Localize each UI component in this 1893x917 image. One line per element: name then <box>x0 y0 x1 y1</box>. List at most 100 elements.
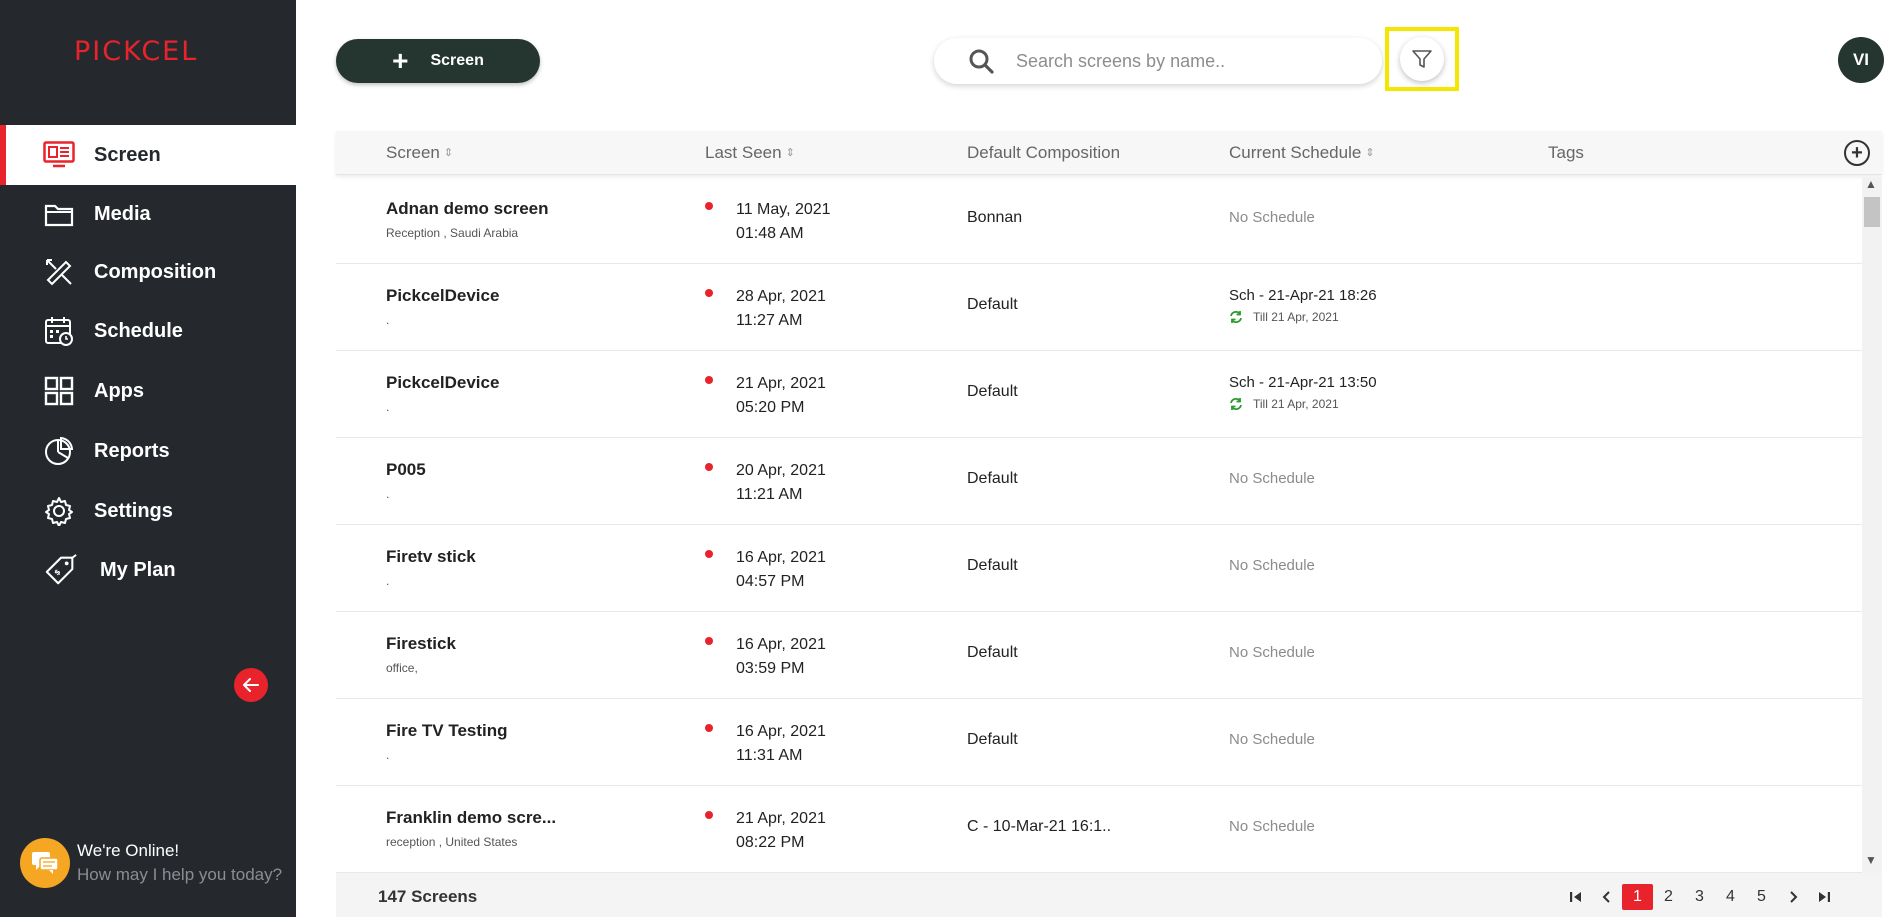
screen-name[interactable]: P005 <box>386 460 426 480</box>
column-header-current-schedule[interactable]: Current Schedule ⇕ <box>1229 143 1375 163</box>
last-seen-date: 11 May, 2021 <box>736 201 831 218</box>
search-box[interactable] <box>934 38 1382 84</box>
table-scrollbar[interactable]: ▲ ▼ <box>1862 177 1882 873</box>
plus-icon: + <box>392 45 409 76</box>
sidebar-item-composition[interactable]: Composition <box>0 242 296 302</box>
column-header-last-seen[interactable]: Last Seen ⇕ <box>705 143 795 163</box>
add-screen-button[interactable]: + Screen <box>336 39 540 83</box>
sidebar-item-schedule[interactable]: Schedule <box>0 301 296 361</box>
table-row[interactable]: Franklin demo scre... reception , United … <box>336 786 1862 873</box>
default-composition: Default <box>967 470 1018 487</box>
current-schedule: No Schedule <box>1229 731 1315 748</box>
sidebar-item-label: Reports <box>94 439 170 462</box>
table-header: Screen ⇕ Last Seen ⇕ Default Composition C… <box>336 131 1882 175</box>
default-composition: Default <box>967 644 1018 661</box>
schedule-until: Till 21 Apr, 2021 <box>1253 310 1339 324</box>
current-schedule: Sch - 21-Apr-21 13:50 <box>1229 374 1377 391</box>
screen-name[interactable]: Franklin demo scre... <box>386 808 556 828</box>
default-composition: Default <box>967 731 1018 748</box>
search-input[interactable] <box>1016 50 1356 72</box>
plus-icon: + <box>1851 142 1863 164</box>
chat-subtitle: How may I help you today? <box>77 865 283 884</box>
chevron-left-icon <box>1602 891 1610 903</box>
chat-title: We're Online! <box>77 841 180 860</box>
default-composition: Bonnan <box>967 209 1023 226</box>
last-seen-date: 16 Apr, 2021 <box>736 723 826 740</box>
column-header-screen[interactable]: Screen ⇕ <box>386 143 453 163</box>
last-seen-time: 03:59 PM <box>736 660 805 677</box>
screen-location: . <box>386 574 390 588</box>
current-schedule: No Schedule <box>1229 818 1315 835</box>
screen-location: reception , United States <box>386 835 518 849</box>
page-button[interactable]: 4 <box>1715 884 1746 910</box>
folder-icon <box>42 197 76 231</box>
sidebar-item-apps[interactable]: Apps <box>0 361 296 421</box>
table-row[interactable]: PickcelDevice. 28 Apr, 2021 11:27 AM Defa… <box>336 264 1862 351</box>
chat-widget[interactable]: We're Online! How may I help you today? <box>20 838 282 888</box>
column-header-default-composition: Default Composition <box>967 143 1121 162</box>
screen-icon <box>42 138 76 172</box>
sidebar-item-screen[interactable]: Screen <box>0 125 296 185</box>
screen-location: . <box>386 313 390 327</box>
offline-status-dot <box>705 376 713 384</box>
last-page-button[interactable] <box>1808 884 1839 910</box>
next-page-button[interactable] <box>1777 884 1808 910</box>
sidebar-item-label: Composition <box>94 260 217 283</box>
screen-name[interactable]: Fire TV Testing <box>386 721 508 741</box>
page-button[interactable]: 5 <box>1746 884 1777 910</box>
table-footer: 147 Screens 1 2 3 4 5 <box>336 873 1882 917</box>
sidebar-item-reports[interactable]: Reports <box>0 421 296 481</box>
page-button[interactable]: 3 <box>1684 884 1715 910</box>
offline-status-dot <box>705 463 713 471</box>
sidebar-item-label: Apps <box>94 379 144 402</box>
offline-status-dot <box>705 637 713 645</box>
screen-location: Reception , Saudi Arabia <box>386 226 519 240</box>
filter-icon <box>1412 50 1432 68</box>
sort-icon: ⇕ <box>443 147 454 159</box>
table-row[interactable]: Firestick office, 16 Apr, 2021 03:59 PM De… <box>336 612 1862 699</box>
filter-highlight <box>1385 27 1459 91</box>
sidebar-item-settings[interactable]: Settings <box>0 481 296 541</box>
screen-location: . <box>386 487 390 501</box>
screen-name[interactable]: PickcelDevice <box>386 373 499 393</box>
page-button[interactable]: 2 <box>1653 884 1684 910</box>
sidebar-item-label: Media <box>94 202 151 225</box>
search-icon <box>969 49 994 74</box>
screen-name[interactable]: Firetv stick <box>386 547 476 567</box>
offline-status-dot <box>705 202 713 210</box>
collapse-sidebar-button[interactable] <box>234 668 268 702</box>
last-seen-date: 20 Apr, 2021 <box>736 462 826 479</box>
current-schedule: No Schedule <box>1229 209 1315 226</box>
current-schedule: No Schedule <box>1229 470 1315 487</box>
first-page-icon <box>1569 892 1581 902</box>
composition-icon <box>42 255 76 289</box>
scroll-up-icon[interactable]: ▲ <box>1865 177 1877 191</box>
last-seen-time: 11:31 AM <box>736 747 803 764</box>
table-row[interactable]: Firetv stick. 16 Apr, 2021 04:57 PM Defau… <box>336 525 1862 612</box>
add-screen-label: Screen <box>430 52 484 69</box>
sidebar-item-media[interactable]: Media <box>0 184 296 244</box>
filter-button[interactable] <box>1400 37 1444 81</box>
arrow-left-icon <box>243 678 259 692</box>
sidebar-item-my-plan[interactable]: $ My Plan <box>0 540 296 600</box>
screen-table-body: Adnan demo screen Reception , Saudi Arabi… <box>336 177 1862 873</box>
screen-name[interactable]: PickcelDevice <box>386 286 499 306</box>
last-page-icon <box>1818 892 1830 902</box>
table-row[interactable]: PickcelDevice. 21 Apr, 2021 05:20 PM Defa… <box>336 351 1862 438</box>
scroll-down-icon[interactable]: ▼ <box>1865 853 1877 867</box>
table-row[interactable]: P005. 20 Apr, 2021 11:21 AM Default No Sc… <box>336 438 1862 525</box>
screen-name[interactable]: Firestick <box>386 634 456 654</box>
chat-icon[interactable] <box>20 838 70 888</box>
first-page-button[interactable] <box>1560 884 1591 910</box>
pagination: 1 2 3 4 5 <box>1560 884 1839 910</box>
table-row[interactable]: Adnan demo screen Reception , Saudi Arabi… <box>336 177 1862 264</box>
add-column-button[interactable]: + <box>1844 140 1870 166</box>
table-row[interactable]: Fire TV Testing. 16 Apr, 2021 11:31 AM De… <box>336 699 1862 786</box>
scroll-thumb[interactable] <box>1864 197 1880 227</box>
chevron-right-icon <box>1789 891 1797 903</box>
prev-page-button[interactable] <box>1591 884 1622 910</box>
avatar[interactable]: VI <box>1838 37 1884 83</box>
page-button[interactable]: 1 <box>1622 884 1653 910</box>
screen-count: 147 Screens <box>378 887 478 906</box>
screen-name[interactable]: Adnan demo screen <box>386 199 549 219</box>
